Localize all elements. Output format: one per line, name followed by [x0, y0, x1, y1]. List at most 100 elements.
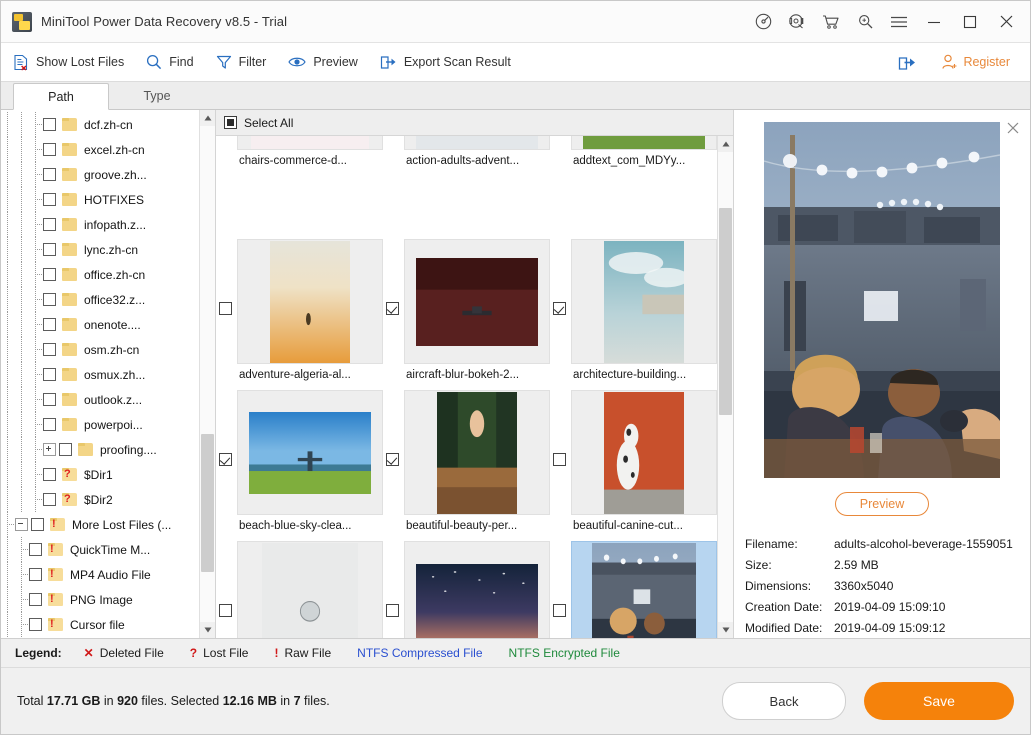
grid-scroll-track[interactable] [718, 152, 733, 622]
tree-item-groove-zh[interactable]: groove.zh... [1, 162, 199, 187]
tab-path[interactable]: Path [13, 83, 109, 110]
tree-expander-plus-icon[interactable] [43, 443, 56, 456]
tree-item-checkbox[interactable] [43, 218, 56, 231]
tree-item-checkbox[interactable] [43, 243, 56, 256]
tree-item-checkbox[interactable] [43, 293, 56, 306]
file-grid-viewport[interactable]: chairs-commerce-d...action-adults-advent… [216, 136, 717, 638]
file-thumbnail[interactable] [404, 541, 550, 638]
file-checkbox[interactable] [386, 604, 399, 617]
tree-item-checkbox[interactable] [31, 518, 44, 531]
tree-scroll-thumb[interactable] [201, 434, 214, 573]
disc-scan-icon[interactable] [746, 1, 780, 42]
tree-item-powerpoi[interactable]: powerpoi... [1, 412, 199, 437]
file-thumbnail[interactable] [404, 239, 550, 364]
tree-item-checkbox[interactable] [29, 618, 42, 631]
file-thumbnail[interactable] [571, 136, 717, 150]
file-cell[interactable]: blur-branches-cryst... [216, 541, 383, 638]
tree-item-dir2[interactable]: ?$Dir2 [1, 487, 199, 512]
tree-item-mp4-audio-file[interactable]: !MP4 Audio File [1, 562, 199, 587]
share-arrow-icon[interactable] [898, 54, 917, 71]
support-headset-icon[interactable] [780, 1, 814, 42]
tree-item-hotfixes[interactable]: HOTFIXES [1, 187, 199, 212]
file-thumbnail[interactable] [404, 136, 550, 150]
file-cell[interactable]: beach-blue-sky-clea... [216, 390, 383, 541]
toolbar-filter[interactable]: Filter [216, 43, 267, 81]
back-button[interactable]: Back [722, 682, 846, 720]
tree-item-checkbox[interactable] [43, 368, 56, 381]
file-cell[interactable]: aircraft-blur-bokeh-2... [383, 239, 550, 390]
tree-scroll-up-arrow[interactable] [200, 110, 215, 126]
tree-item-lync-zh-cn[interactable]: lync.zh-cn [1, 237, 199, 262]
close-button[interactable] [988, 1, 1024, 42]
tree-item-checkbox[interactable] [43, 118, 56, 131]
tree-item-checkbox[interactable] [43, 193, 56, 206]
file-checkbox[interactable] [553, 302, 566, 315]
preview-button[interactable]: Preview [835, 492, 929, 516]
tree-item-checkbox[interactable] [43, 168, 56, 181]
grid-scroll-thumb[interactable] [719, 208, 732, 415]
file-checkbox[interactable] [386, 302, 399, 315]
select-all-bar[interactable]: Select All [216, 110, 733, 136]
tree-item-office-zh-cn[interactable]: office.zh-cn [1, 262, 199, 287]
grid-scrollbar[interactable] [717, 136, 733, 638]
grid-scroll-down-arrow[interactable] [718, 622, 733, 638]
tree-item-infopath-z[interactable]: infopath.z... [1, 212, 199, 237]
tree-item-proofing[interactable]: proofing.... [1, 437, 199, 462]
file-checkbox[interactable] [219, 453, 232, 466]
file-cell[interactable]: action-adults-advent... [383, 136, 550, 239]
file-cell[interactable]: addtext_com_MDYy... [550, 136, 717, 239]
tree-item-checkbox[interactable] [29, 593, 42, 606]
file-thumbnail[interactable] [237, 390, 383, 515]
tree-scrollbar[interactable] [199, 110, 215, 638]
grid-scroll-up-arrow[interactable] [718, 136, 733, 152]
file-checkbox[interactable] [386, 453, 399, 466]
file-checkbox[interactable] [219, 604, 232, 617]
tree-item-excel-zh-cn[interactable]: excel.zh-cn [1, 137, 199, 162]
minimize-button[interactable] [916, 1, 952, 42]
shopping-cart-icon[interactable] [814, 1, 848, 42]
file-thumbnail[interactable] [237, 541, 383, 638]
tree-item-checkbox[interactable] [43, 343, 56, 356]
file-thumbnail[interactable] [404, 390, 550, 515]
file-thumbnail[interactable] [571, 541, 717, 638]
tree-item-cursor-file[interactable]: !Cursor file [1, 612, 199, 637]
tab-type[interactable]: Type [109, 82, 205, 109]
file-checkbox[interactable] [219, 302, 232, 315]
tree-item-checkbox[interactable] [29, 568, 42, 581]
file-thumbnail[interactable] [237, 136, 383, 150]
tree-item-dcf-zh-cn[interactable]: dcf.zh-cn [1, 112, 199, 137]
file-cell[interactable]: beautiful-canine-cut... [550, 390, 717, 541]
register-button[interactable]: Register [941, 54, 1010, 70]
tree-item-checkbox[interactable] [59, 443, 72, 456]
tree-item-checkbox[interactable] [43, 493, 56, 506]
tree-item-outlook-z[interactable]: outlook.z... [1, 387, 199, 412]
tree-item-onenote[interactable]: onenote.... [1, 312, 199, 337]
file-cell[interactable]: adventure-algeria-al... [216, 239, 383, 390]
file-cell[interactable]: beautiful-beauty-per... [383, 390, 550, 541]
tree-item-checkbox[interactable] [43, 468, 56, 481]
close-icon[interactable] [1005, 120, 1021, 136]
maximize-button[interactable] [952, 1, 988, 42]
tree-item-more-lost-files[interactable]: !More Lost Files (... [1, 512, 199, 537]
tree-item-checkbox[interactable] [43, 268, 56, 281]
tree-item-checkbox[interactable] [43, 418, 56, 431]
tree-expander-minus-icon[interactable] [15, 518, 28, 531]
tree-item-osm-zh-cn[interactable]: osm.zh-cn [1, 337, 199, 362]
select-all-checkbox[interactable] [224, 116, 237, 129]
save-button[interactable]: Save [864, 682, 1014, 720]
tree-item-quicktime-m[interactable]: !QuickTime M... [1, 537, 199, 562]
tree-scroll-track[interactable] [200, 126, 215, 622]
tree-scroll-down-arrow[interactable] [200, 622, 215, 638]
toolbar-find[interactable]: Find [146, 43, 193, 81]
file-cell[interactable]: 4k-wallpaper-astron... [383, 541, 550, 638]
tree-item-osmux-zh[interactable]: osmux.zh... [1, 362, 199, 387]
file-thumbnail[interactable] [237, 239, 383, 364]
file-thumbnail[interactable] [571, 239, 717, 364]
toolbar-preview[interactable]: Preview [288, 43, 357, 81]
tree-item-checkbox[interactable] [43, 143, 56, 156]
file-thumbnail[interactable] [571, 390, 717, 515]
search-magnifier-icon[interactable] [848, 1, 882, 42]
tree-item-checkbox[interactable] [29, 543, 42, 556]
tree-item-checkbox[interactable] [43, 393, 56, 406]
file-cell[interactable]: chairs-commerce-d... [216, 136, 383, 239]
